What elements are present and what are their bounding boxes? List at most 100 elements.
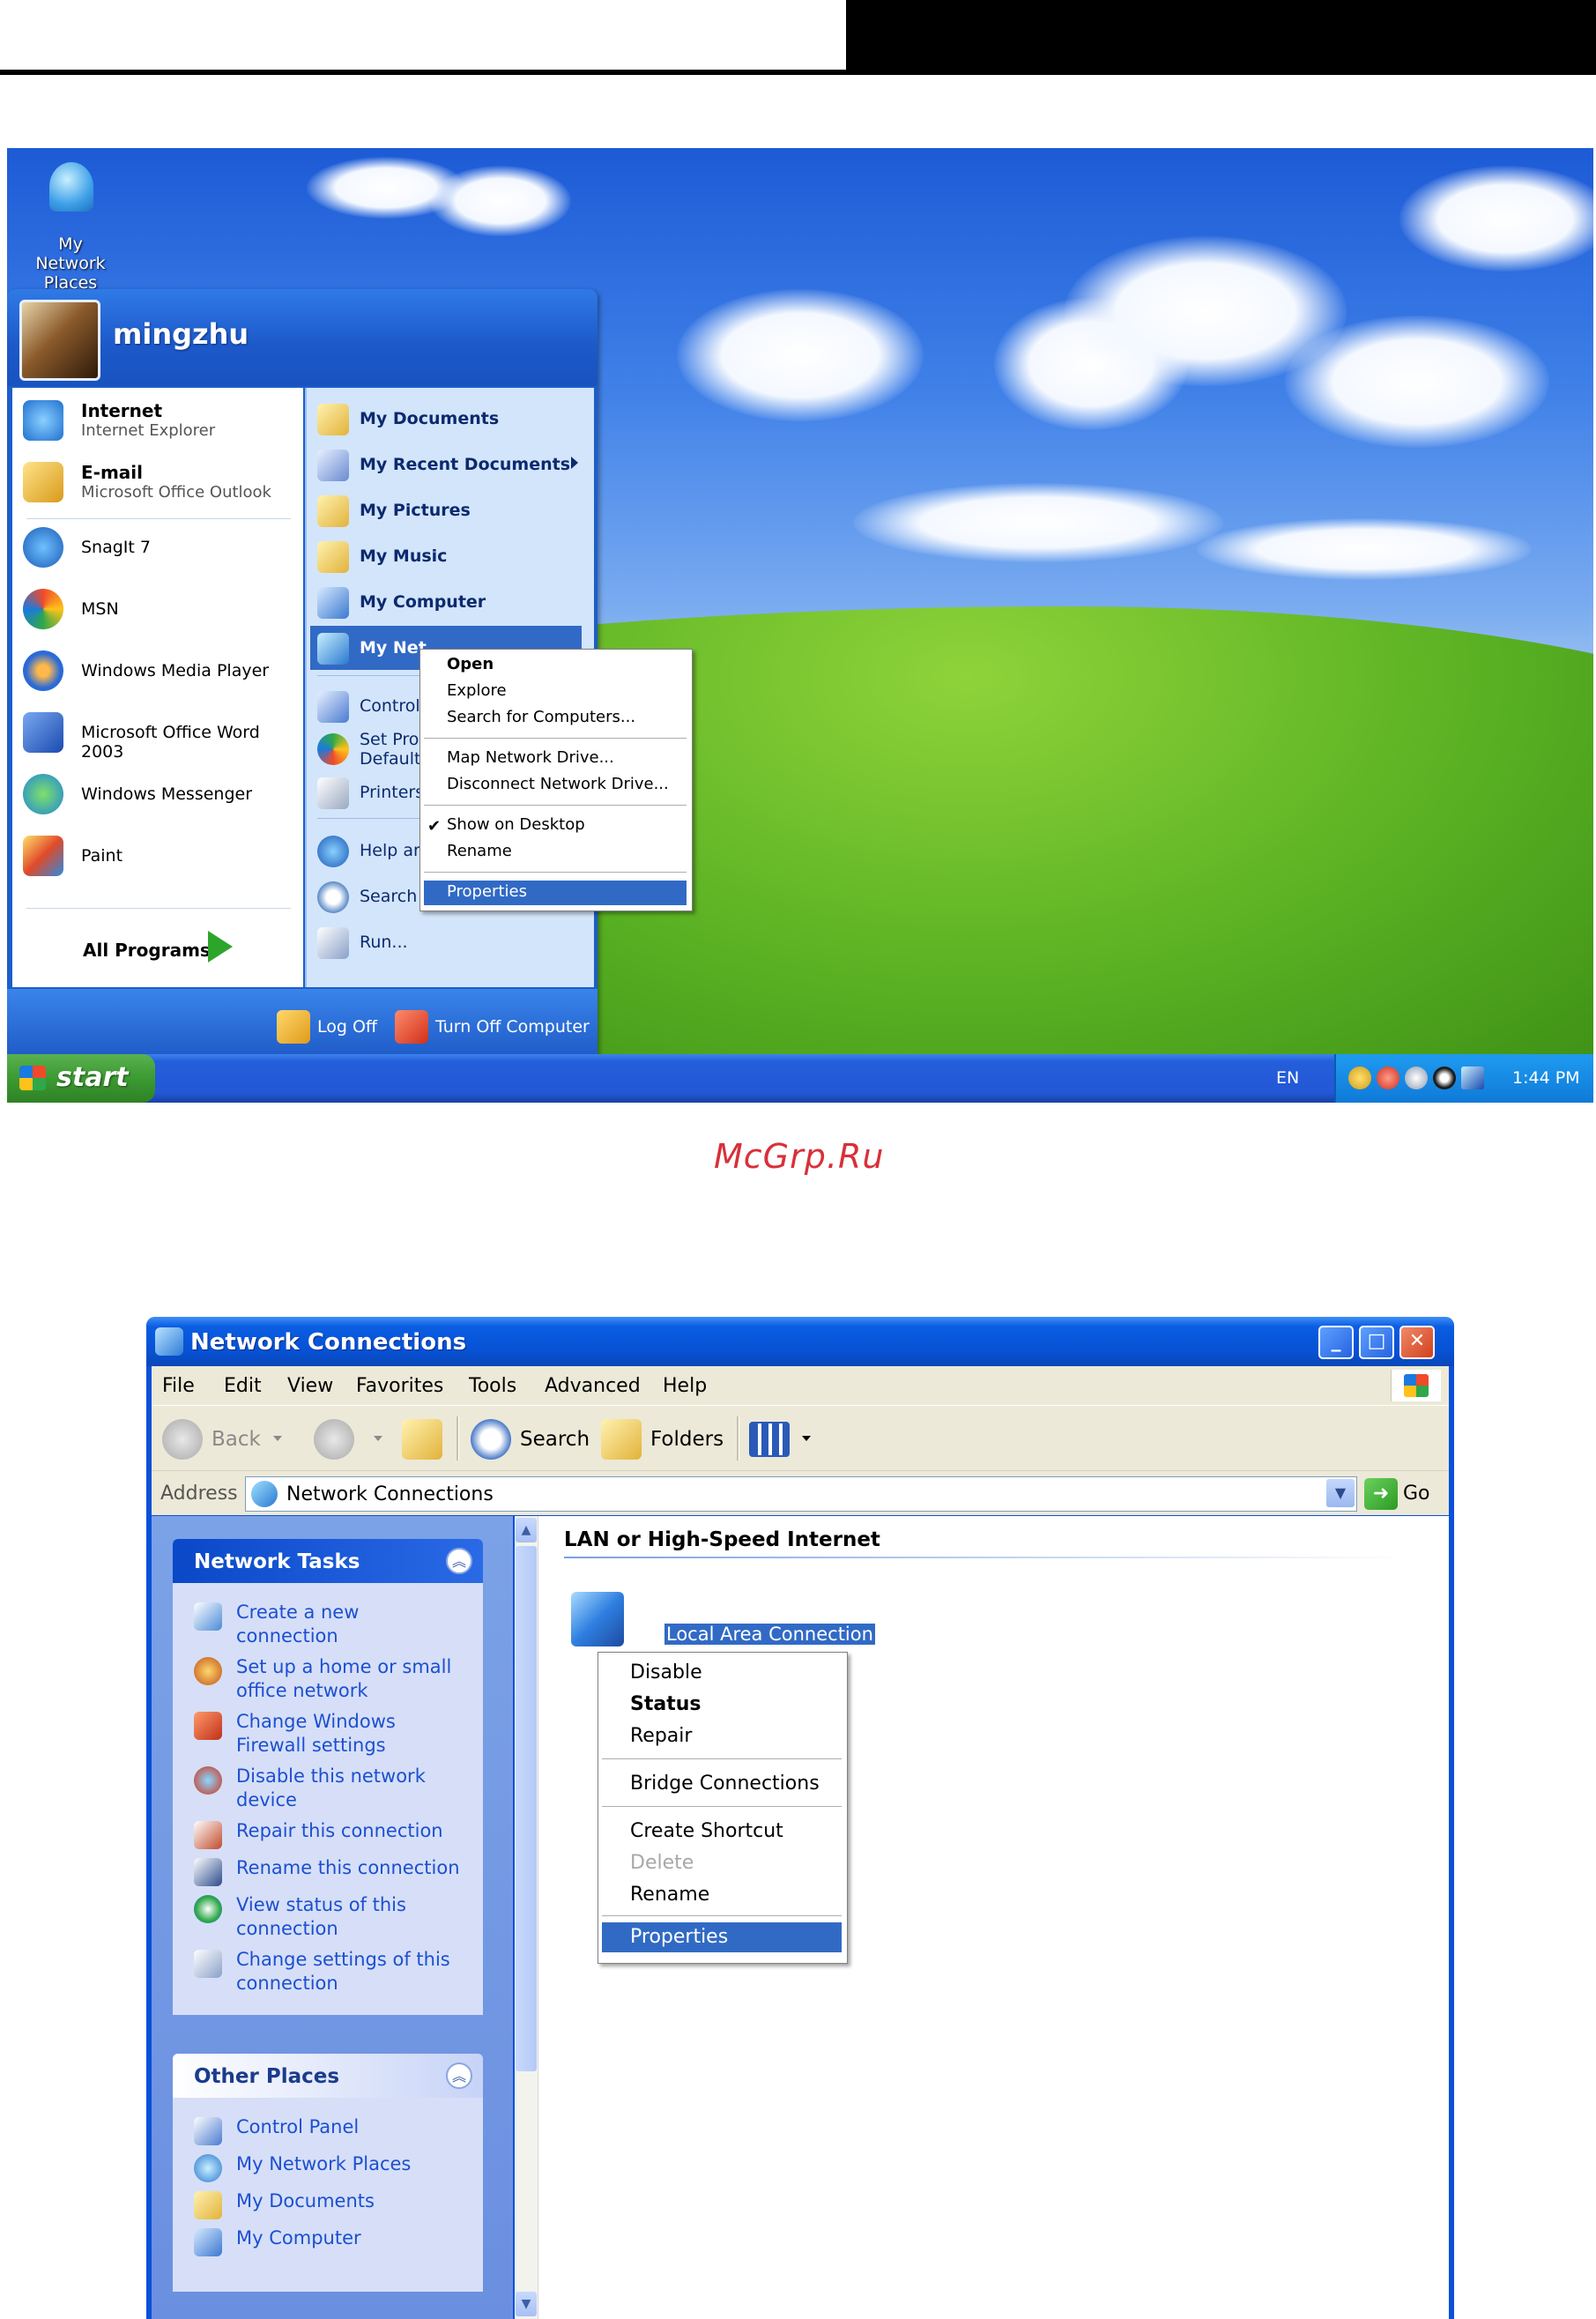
menu-advanced[interactable]: Advanced	[545, 1375, 641, 1397]
control-panel-icon	[194, 2117, 222, 2145]
avatar[interactable]	[19, 300, 100, 381]
chevron-down-icon	[802, 1436, 811, 1441]
recent-item-paint[interactable]: Paint	[12, 829, 303, 883]
address-bar: Address Network Connections ▼ ➜ Go	[152, 1470, 1449, 1515]
title-bar[interactable]: Network Connections _ □ ✕	[146, 1317, 1454, 1366]
collapse-chevron-icon[interactable]: ︽	[446, 2063, 472, 2089]
place-my-music[interactable]: My Music	[307, 534, 594, 578]
menu-item-disconnect-drive[interactable]: Disconnect Network Drive...	[447, 775, 669, 793]
recent-item-snagit[interactable]: SnagIt 7	[12, 520, 303, 575]
run-icon	[317, 927, 349, 959]
all-programs-button[interactable]: All Programs	[83, 940, 211, 961]
page-header-block	[846, 0, 1596, 75]
menu-item-explore[interactable]: Explore	[447, 681, 507, 700]
security-shield-icon[interactable]	[1348, 1067, 1371, 1089]
close-button[interactable]: ✕	[1399, 1326, 1435, 1359]
search-button[interactable]: Search	[471, 1418, 590, 1461]
log-off-button[interactable]: Log Off	[277, 1008, 377, 1045]
lan-connection-icon[interactable]	[571, 1592, 624, 1646]
maximize-button[interactable]: □	[1359, 1326, 1394, 1359]
printer-icon	[317, 777, 349, 809]
menu-item-create-shortcut[interactable]: Create Shortcut	[630, 1820, 783, 1842]
pinned-title: E-mail	[81, 462, 144, 483]
recent-item-messenger[interactable]: Windows Messenger	[12, 767, 303, 821]
page-header-rule	[0, 0, 846, 75]
desktop-icon-my-network-places[interactable]: My Network Places	[26, 162, 115, 293]
menu-edit[interactable]: Edit	[224, 1375, 262, 1397]
firewall-icon	[194, 1712, 222, 1740]
start-button[interactable]: start	[7, 1054, 155, 1103]
back-button[interactable]: Back	[162, 1418, 261, 1461]
network-places-icon	[317, 633, 349, 665]
divider	[602, 1758, 842, 1759]
views-button[interactable]	[749, 1418, 798, 1461]
power-icon	[395, 1010, 428, 1044]
menu-tools[interactable]: Tools	[469, 1375, 516, 1397]
network-tray-icon[interactable]	[1461, 1067, 1484, 1089]
clock[interactable]: 1:44 PM	[1512, 1068, 1580, 1088]
menu-item-disable[interactable]: Disable	[630, 1661, 702, 1684]
scroll-up-icon[interactable]: ▲	[516, 1518, 537, 1542]
menu-favorites[interactable]: Favorites	[356, 1375, 443, 1397]
folders-button[interactable]: Folders	[601, 1418, 724, 1461]
language-indicator[interactable]: EN	[1276, 1068, 1299, 1088]
messenger-tray-icon[interactable]	[1405, 1067, 1428, 1089]
recent-item-media-player[interactable]: Windows Media Player	[12, 643, 303, 698]
scroll-down-icon[interactable]: ▼	[516, 2292, 537, 2316]
menu-item-properties[interactable]: Properties	[630, 1926, 728, 1948]
divider	[424, 805, 687, 806]
go-button[interactable]: Go	[1403, 1483, 1430, 1505]
menu-view[interactable]: View	[287, 1375, 333, 1397]
collapse-chevron-icon[interactable]: ︽	[446, 1548, 472, 1574]
menu-help[interactable]: Help	[663, 1375, 707, 1397]
menu-item-status[interactable]: Status	[630, 1693, 701, 1715]
antivirus-icon[interactable]	[1377, 1067, 1399, 1089]
views-grid-icon	[749, 1422, 790, 1457]
place-label: My Documents	[236, 2190, 375, 2211]
pictures-folder-icon	[317, 495, 349, 527]
system-label: Search	[360, 887, 418, 906]
forward-button[interactable]	[314, 1418, 363, 1461]
menu-item-show-on-desktop[interactable]: Show on Desktop	[447, 815, 585, 834]
recent-item-word[interactable]: Microsoft Office Word 2003	[12, 705, 303, 762]
recent-label: Windows Media Player	[81, 661, 270, 680]
recent-item-msn[interactable]: MSN	[12, 582, 303, 636]
computer-icon	[317, 587, 349, 619]
menu-item-search-computers[interactable]: Search for Computers...	[447, 708, 635, 726]
menu-item-map-drive[interactable]: Map Network Drive...	[447, 748, 614, 767]
system-run[interactable]: Run...	[307, 920, 594, 964]
scroll-thumb[interactable]	[516, 1546, 537, 2071]
forward-arrow-icon	[314, 1419, 354, 1460]
network-tasks-header[interactable]: Network Tasks ︽	[173, 1539, 483, 1583]
rename-icon	[194, 1858, 222, 1886]
chevron-down-icon[interactable]: ▼	[1326, 1479, 1355, 1507]
place-my-pictures[interactable]: My Pictures	[307, 488, 594, 532]
connection-label[interactable]: Local Area Connection	[664, 1624, 875, 1645]
media-tray-icon[interactable]	[1433, 1067, 1456, 1089]
up-folder-button[interactable]	[402, 1418, 451, 1461]
user-name: mingzhu	[113, 317, 249, 351]
menu-item-rename[interactable]: Rename	[447, 842, 512, 860]
settings-checkbox-icon	[194, 1950, 222, 1978]
menu-item-repair[interactable]: Repair	[630, 1725, 692, 1747]
pinned-item-internet[interactable]: Internet Internet Explorer	[12, 393, 303, 448]
task-label: View status of this	[236, 1894, 406, 1915]
turn-off-button[interactable]: Turn Off Computer	[395, 1008, 590, 1045]
go-arrow-icon[interactable]: ➜	[1364, 1478, 1398, 1510]
start-menu-left-column: Internet Internet Explorer E-mail Micros…	[12, 388, 303, 987]
menu-item-bridge[interactable]: Bridge Connections	[630, 1773, 820, 1795]
vertical-scrollbar[interactable]: ▲ ▼	[515, 1516, 538, 2319]
connection-context-menu: Disable Status Repair Bridge Connections…	[598, 1652, 848, 1964]
place-my-computer[interactable]: My Computer	[307, 580, 594, 624]
menu-file[interactable]: File	[162, 1375, 195, 1397]
place-my-recent-documents[interactable]: My Recent Documents	[307, 442, 594, 487]
pinned-item-email[interactable]: E-mail Microsoft Office Outlook	[12, 455, 303, 509]
menu-item-rename[interactable]: Rename	[630, 1884, 709, 1906]
menu-item-properties[interactable]: Properties	[447, 882, 527, 901]
menu-item-open[interactable]: Open	[447, 655, 494, 673]
other-places-header[interactable]: Other Places ︽	[173, 2054, 483, 2098]
place-my-documents[interactable]: My Documents	[307, 397, 594, 441]
minimize-button[interactable]: _	[1318, 1326, 1354, 1359]
address-input[interactable]: Network Connections ▼	[245, 1476, 1357, 1512]
recent-documents-icon	[317, 450, 349, 481]
